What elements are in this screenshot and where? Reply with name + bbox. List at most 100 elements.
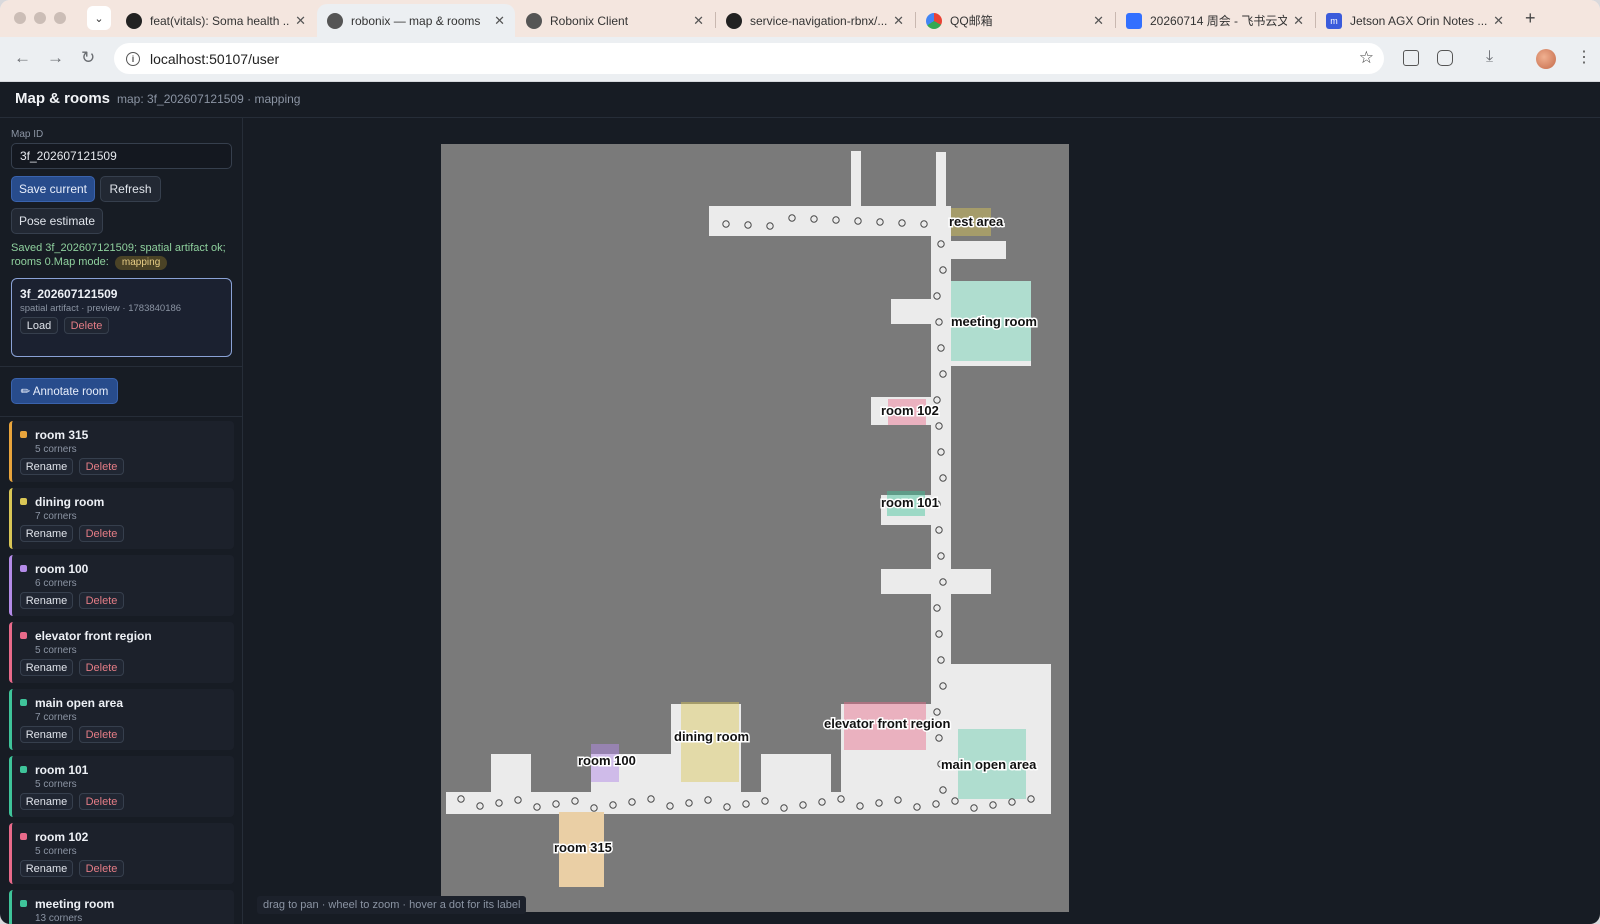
close-window-button[interactable] bbox=[14, 12, 26, 24]
site-info-icon[interactable]: i bbox=[126, 51, 140, 66]
map-label-room-315: room 315 bbox=[554, 840, 612, 855]
close-tab-icon[interactable]: ✕ bbox=[295, 13, 306, 29]
tab-qq-mail[interactable]: QQ邮箱 ✕ bbox=[916, 4, 1114, 37]
room-name: main open area bbox=[35, 696, 124, 710]
qq-mail-icon bbox=[926, 12, 942, 29]
delete-room-button[interactable]: Delete bbox=[79, 458, 124, 475]
refresh-button[interactable]: Refresh bbox=[100, 176, 161, 202]
tab-service-navigation[interactable]: service-navigation-rbnx/... ✕ bbox=[716, 4, 914, 37]
tab-robonix-map[interactable]: robonix — map & rooms ✕ bbox=[317, 4, 515, 37]
artifact-meta: spatial artifact · preview · 1783840186 bbox=[20, 303, 182, 314]
delete-artifact-button[interactable]: Delete bbox=[64, 317, 109, 334]
room-card[interactable]: main open area 7 corners Rename Delete bbox=[9, 689, 234, 750]
room-corner-count: 6 corners bbox=[35, 578, 77, 589]
tab-robonix-client[interactable]: Robonix Client ✕ bbox=[516, 4, 714, 37]
tab-search-button[interactable]: ⌄ bbox=[87, 6, 111, 30]
map-canvas[interactable]: rest area meeting room room 102 room 101… bbox=[441, 144, 1069, 912]
globe-icon bbox=[526, 12, 542, 29]
new-tab-button[interactable]: + bbox=[1525, 8, 1536, 29]
room-name: elevator front region bbox=[35, 629, 152, 643]
room-card[interactable]: room 100 6 corners Rename Delete bbox=[9, 555, 234, 616]
rename-room-button[interactable]: Rename bbox=[20, 793, 73, 810]
room-name: room 101 bbox=[35, 763, 89, 777]
artifact-name: 3f_202607121509 bbox=[20, 287, 118, 301]
delete-room-button[interactable]: Delete bbox=[79, 525, 124, 542]
room-color-swatch bbox=[20, 766, 27, 773]
room-corner-count: 5 corners bbox=[35, 645, 77, 656]
close-tab-icon[interactable]: ✕ bbox=[893, 13, 904, 29]
map-label-rest-area: rest area bbox=[949, 214, 1004, 229]
room-name: room 102 bbox=[35, 830, 89, 844]
room-color-swatch bbox=[20, 498, 27, 505]
room-card[interactable]: room 102 5 corners Rename Delete bbox=[9, 823, 234, 884]
close-tab-icon[interactable]: ✕ bbox=[1093, 13, 1104, 29]
download-icon[interactable]: ⤓ bbox=[1486, 48, 1493, 66]
extensions-icon[interactable] bbox=[1437, 50, 1453, 66]
occupancy-map[interactable]: rest area meeting room room 102 room 101… bbox=[441, 144, 1069, 912]
rename-room-button[interactable]: Rename bbox=[20, 659, 73, 676]
room-corner-count: 5 corners bbox=[35, 779, 77, 790]
room-card[interactable]: room 315 5 corners Rename Delete bbox=[9, 421, 234, 482]
map-id-label: Map ID bbox=[11, 129, 44, 140]
close-tab-icon[interactable]: ✕ bbox=[693, 13, 704, 29]
app-header: Map & rooms map: 3f_202607121509 · mappi… bbox=[0, 82, 1600, 118]
room-card[interactable]: elevator front region 5 corners Rename Dele… bbox=[9, 622, 234, 683]
tab-jetson-notes[interactable]: m Jetson AGX Orin Notes ... ✕ bbox=[1316, 4, 1514, 37]
map-id-input[interactable] bbox=[11, 143, 232, 169]
minimize-window-button[interactable] bbox=[34, 12, 46, 24]
room-name: room 100 bbox=[35, 562, 89, 576]
map-label-dining-room: dining room bbox=[674, 729, 749, 744]
map-label-elevator-front: elevator front region bbox=[824, 716, 950, 731]
room-name: room 315 bbox=[35, 428, 89, 442]
room-corner-count: 13 corners bbox=[35, 913, 83, 924]
address-bar[interactable]: i localhost:50107/user ☆ bbox=[114, 43, 1384, 74]
rename-room-button[interactable]: Rename bbox=[20, 592, 73, 609]
tab-strip: ⌄ feat(vitals): Soma health ... ✕ roboni… bbox=[0, 0, 1600, 37]
artifact-card[interactable]: 3f_202607121509 spatial artifact · previ… bbox=[11, 278, 232, 357]
pose-estimate-button[interactable]: Pose estimate bbox=[11, 208, 103, 234]
delete-room-button[interactable]: Delete bbox=[79, 659, 124, 676]
room-card[interactable]: dining room 7 corners Rename Delete bbox=[9, 488, 234, 549]
rename-room-button[interactable]: Rename bbox=[20, 525, 73, 542]
back-arrow-icon[interactable]: ← bbox=[14, 48, 31, 68]
rename-room-button[interactable]: Rename bbox=[20, 458, 73, 475]
map-label-room-102: room 102 bbox=[881, 403, 939, 418]
close-tab-icon[interactable]: ✕ bbox=[494, 13, 505, 29]
delete-room-button[interactable]: Delete bbox=[79, 726, 124, 743]
reload-icon[interactable]: ↻ bbox=[81, 48, 95, 68]
delete-room-button[interactable]: Delete bbox=[79, 592, 124, 609]
load-artifact-button[interactable]: Load bbox=[20, 317, 58, 334]
doc-icon bbox=[1126, 12, 1142, 29]
room-color-swatch bbox=[20, 431, 27, 438]
room-color-swatch bbox=[20, 632, 27, 639]
save-current-button[interactable]: Save current bbox=[11, 176, 95, 202]
map-panel: rest area meeting room room 102 room 101… bbox=[243, 118, 1600, 924]
tab-groups-icon[interactable] bbox=[1403, 50, 1419, 66]
map-mode-badge: mapping bbox=[114, 256, 168, 270]
rename-room-button[interactable]: Rename bbox=[20, 726, 73, 743]
annotate-room-button[interactable]: ✏ Annotate room bbox=[11, 378, 118, 404]
bookmark-star-icon[interactable]: ☆ bbox=[1359, 48, 1374, 68]
room-color-swatch bbox=[20, 699, 27, 706]
delete-room-button[interactable]: Delete bbox=[79, 793, 124, 810]
room-corner-count: 7 corners bbox=[35, 712, 77, 723]
delete-room-button[interactable]: Delete bbox=[79, 860, 124, 877]
globe-icon bbox=[327, 12, 343, 29]
room-card[interactable]: room 101 5 corners Rename Delete bbox=[9, 756, 234, 817]
tab-feat-vitals[interactable]: feat(vitals): Soma health ... ✕ bbox=[116, 4, 316, 37]
forward-arrow-icon[interactable]: → bbox=[47, 48, 64, 68]
zoom-window-button[interactable] bbox=[54, 12, 66, 24]
map-label-meeting-room: meeting room bbox=[951, 314, 1037, 329]
close-tab-icon[interactable]: ✕ bbox=[1493, 13, 1504, 29]
tab-weekly-meeting[interactable]: 20260714 周会 - 飞书云文... ✕ bbox=[1116, 4, 1314, 37]
map-label-main-open-area: main open area bbox=[941, 757, 1037, 772]
chevron-down-icon: ⌄ bbox=[94, 12, 104, 25]
profile-avatar[interactable] bbox=[1536, 49, 1556, 69]
m-icon: m bbox=[1326, 12, 1342, 29]
rename-room-button[interactable]: Rename bbox=[20, 860, 73, 877]
room-card[interactable]: meeting room13 cornersRenameDelete bbox=[9, 890, 234, 924]
room-color-swatch bbox=[20, 565, 27, 572]
more-menu-icon[interactable]: ⋮ bbox=[1576, 47, 1592, 67]
close-tab-icon[interactable]: ✕ bbox=[1293, 13, 1304, 29]
page-title: Map & rooms bbox=[15, 90, 111, 107]
